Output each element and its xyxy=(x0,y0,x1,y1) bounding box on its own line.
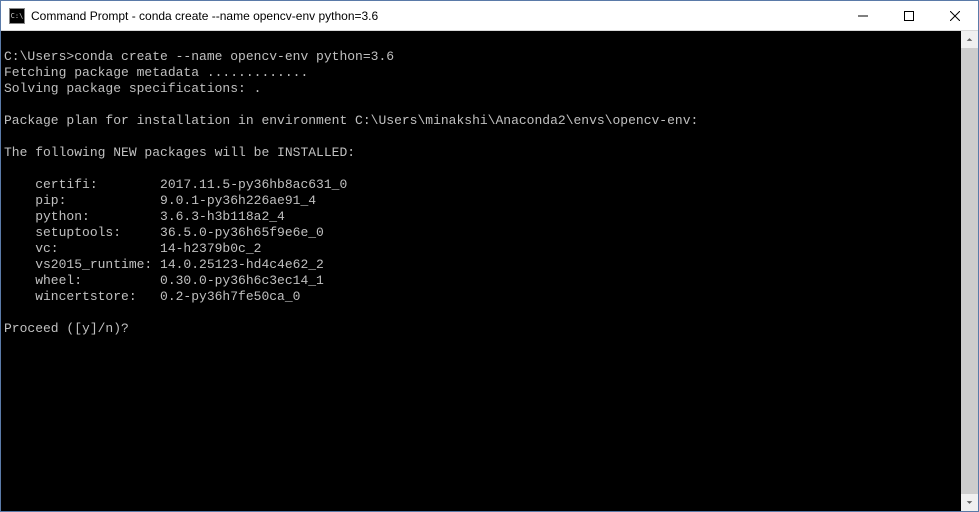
maximize-button[interactable] xyxy=(886,1,932,30)
window-title: Command Prompt - conda create --name ope… xyxy=(31,9,840,23)
maximize-icon xyxy=(904,11,914,21)
vertical-scrollbar[interactable] xyxy=(961,31,978,511)
scroll-down-button[interactable] xyxy=(961,494,978,511)
scroll-thumb[interactable] xyxy=(961,48,978,494)
titlebar-controls xyxy=(840,1,978,30)
scroll-track[interactable] xyxy=(961,48,978,494)
content-area: C:\Users>conda create --name opencv-env … xyxy=(1,31,978,511)
chevron-down-icon xyxy=(966,499,973,506)
close-icon xyxy=(950,11,960,21)
command-prompt-window: C:\ Command Prompt - conda create --name… xyxy=(0,0,979,512)
minimize-icon xyxy=(858,11,868,21)
titlebar[interactable]: C:\ Command Prompt - conda create --name… xyxy=(1,1,978,31)
close-button[interactable] xyxy=(932,1,978,30)
chevron-up-icon xyxy=(966,36,973,43)
minimize-button[interactable] xyxy=(840,1,886,30)
command-prompt-icon: C:\ xyxy=(9,8,25,24)
scroll-up-button[interactable] xyxy=(961,31,978,48)
terminal-output[interactable]: C:\Users>conda create --name opencv-env … xyxy=(1,31,961,511)
